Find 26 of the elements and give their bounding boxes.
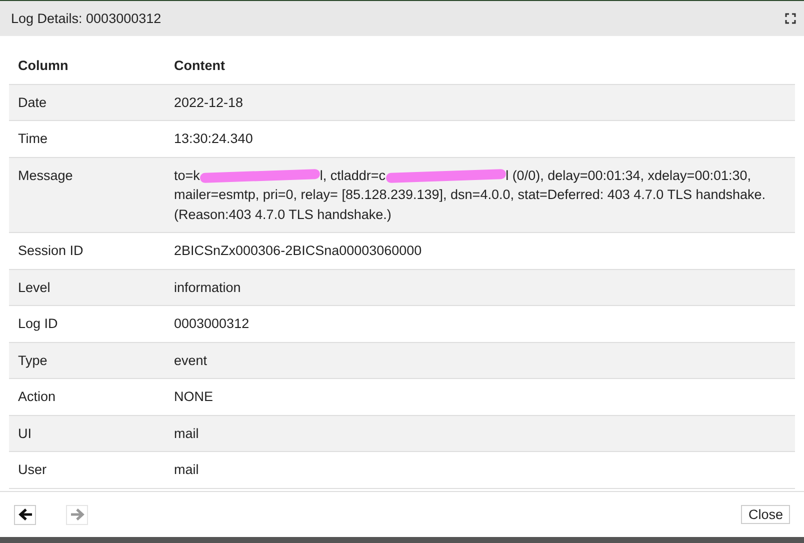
field-value: 0003000312	[165, 306, 795, 342]
window-title: Log Details: 0003000312	[11, 11, 162, 26]
field-name: Level	[9, 269, 165, 306]
field-name: Type	[9, 342, 165, 378]
field-name: Message	[9, 157, 165, 232]
field-value: 13:30:24.340	[165, 120, 795, 157]
field-name: Log ID	[9, 306, 165, 342]
column-header: Column	[9, 48, 165, 84]
previous-button[interactable]	[14, 504, 36, 524]
field-value: event	[165, 342, 795, 378]
field-value: NONE	[165, 378, 795, 415]
field-name: UI	[9, 415, 165, 452]
field-name: User	[9, 452, 165, 488]
field-value: 2BICSnZx000306-2BICSna00003060000	[165, 232, 795, 269]
column-header: Content	[165, 48, 795, 84]
field-value: 2022-12-18	[165, 84, 795, 120]
fullscreen-icon[interactable]	[785, 13, 796, 24]
field-value: mail	[165, 452, 795, 488]
field-name: Session ID	[9, 232, 165, 269]
field-name: Date	[9, 84, 165, 120]
field-value: to=k l, ctladdr=c l (0/0), delay=00:01:34, xdelay=00:01:30, mailer=esmtp, pri=0, relay= [85.128.239.139], dsn=4.0.0, stat=Deferred: 403 4.7.0 TLS handshake. (Reason:403 4.7.0 TLS handshake.)	[165, 157, 795, 232]
field-value: mail	[165, 415, 795, 452]
field-name: Time	[9, 120, 165, 157]
close-button[interactable]: Close	[741, 505, 790, 524]
field-value: information	[165, 269, 795, 306]
field-name: Action	[9, 378, 165, 415]
